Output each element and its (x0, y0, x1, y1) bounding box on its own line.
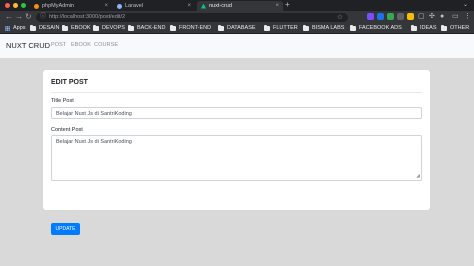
bookmark-label: DATABASE (227, 25, 256, 31)
folder-icon (62, 25, 68, 31)
navbar-brand[interactable]: NUXT CRUD (6, 41, 50, 50)
bookmark-database[interactable]: DATABASE (218, 24, 256, 33)
info-icon[interactable]: ⓘ (40, 13, 46, 22)
nav-link-post[interactable]: POST (51, 42, 66, 48)
update-button[interactable]: UPDATE (51, 223, 80, 235)
folder-icon (218, 25, 224, 31)
extension-icon[interactable] (397, 13, 404, 20)
browser-tab-strip: phpMyAdmin × Laravel × nuxt-crud × + ⌄ (0, 0, 474, 11)
cast-icon[interactable]: ▭ (452, 12, 459, 21)
extension-icon[interactable] (407, 13, 414, 20)
bookmark-label: OTHER (450, 25, 470, 31)
menu-kebab-icon[interactable]: ⋮ (464, 12, 471, 21)
puzzle-icon[interactable]: ✣ (429, 12, 435, 21)
bookmark-ebook[interactable]: EBOOK (62, 24, 91, 33)
close-tab-icon[interactable]: × (187, 3, 191, 9)
bookmark-label: Apps (13, 25, 26, 31)
tab-title: Laravel (125, 3, 144, 9)
extension-icon[interactable] (377, 13, 384, 20)
bookmark-flutter[interactable]: FLUTTER (264, 24, 298, 33)
title-post-value: Belajar Nuxt Js di SantriKoding (56, 111, 132, 117)
bookmark-star-icon[interactable]: ☆ (337, 13, 343, 22)
tab-title: nuxt-crud (209, 3, 232, 9)
title-post-label: Title Post (51, 98, 74, 104)
content-post-textarea[interactable]: Belajar Nuxt Js di SantriKoding ◢ (51, 135, 422, 181)
nav-link-ebook[interactable]: EBOOK (71, 42, 91, 48)
bookmark-label: EBOOK (71, 25, 91, 31)
extension-icon[interactable] (387, 13, 394, 20)
tab-search-icon[interactable]: ⌄ (463, 1, 468, 8)
phpmyadmin-favicon-icon (34, 3, 39, 9)
address-bar[interactable]: ⓘ http://localhost:3000/post/edit/2 ☆ (36, 12, 348, 22)
bookmark-label: FRONT-END (179, 25, 212, 31)
chat-icon[interactable]: ▢ (418, 12, 425, 21)
folder-icon (264, 25, 270, 31)
bookmark-label: BISMA LABS (312, 25, 345, 31)
extension-icon[interactable] (367, 13, 374, 20)
bookmark-other[interactable]: OTHER (441, 24, 469, 33)
folder-icon (170, 25, 176, 31)
url-text: http://localhost:3000/post/edit/2 (49, 13, 126, 20)
folder-icon (350, 25, 356, 31)
bookmark-ideas[interactable]: IDEAS (411, 24, 437, 33)
bookmark-label: DESAIN (39, 25, 60, 31)
content-post-value: Belajar Nuxt Js di SantriKoding (56, 139, 132, 145)
nuxt-favicon-icon (201, 3, 206, 9)
edit-post-card: EDIT POST Title Post Belajar Nuxt Js di … (43, 70, 430, 235)
card-divider (51, 92, 422, 93)
resize-handle-icon[interactable]: ◢ (416, 174, 420, 179)
browser-tab-phpmyadmin[interactable]: phpMyAdmin × (30, 1, 112, 11)
title-post-input[interactable]: Belajar Nuxt Js di SantriKoding (51, 107, 422, 119)
bookmark-front-end[interactable]: FRONT-END (170, 24, 211, 33)
card-title: EDIT POST (51, 79, 88, 86)
new-tab-icon[interactable]: + (285, 0, 290, 9)
tab-title: phpMyAdmin (42, 3, 75, 9)
apps-grid-icon (5, 26, 10, 31)
forward-arrow-icon[interactable]: → (15, 12, 23, 22)
bookmark-label: DEVOPS (102, 25, 125, 31)
bookmark-apps[interactable]: Apps (5, 24, 26, 33)
bookmark-label: BACK-END (137, 25, 166, 31)
laravel-favicon-icon (117, 3, 122, 9)
bookmark-label: IDEAS (420, 25, 437, 31)
folder-icon (441, 25, 447, 31)
bookmark-desain[interactable]: DESAIN (30, 24, 59, 33)
site-navbar: NUXT CRUD POST EBOOK COURSE (0, 34, 474, 58)
bookmark-label: FACEBOOK ADS (359, 25, 402, 31)
maximize-window-button[interactable] (21, 3, 26, 8)
bookmark-bisma-labs[interactable]: BISMA LABS (303, 24, 344, 33)
bookmark-label: FLUTTER (273, 25, 298, 31)
page-viewport: NUXT CRUD POST EBOOK COURSE EDIT POST Ti… (0, 34, 474, 266)
browser-tab-laravel[interactable]: Laravel × (113, 1, 195, 11)
back-arrow-icon[interactable]: ← (5, 12, 13, 22)
window-controls (5, 3, 26, 8)
close-tab-icon[interactable]: × (275, 3, 279, 9)
folder-icon (411, 25, 417, 31)
browser-tab-nuxt-crud[interactable]: nuxt-crud × (197, 1, 283, 11)
nav-link-course[interactable]: COURSE (94, 42, 118, 48)
bookmarks-bar: Apps DESAIN EBOOK DEVOPS BACK-END FRONT-… (0, 23, 474, 34)
minimize-window-button[interactable] (13, 3, 18, 8)
reload-icon[interactable]: ↻ (25, 12, 32, 22)
bookmark-devops[interactable]: DEVOPS (93, 24, 125, 33)
profile-avatar-icon[interactable]: ● (440, 12, 444, 21)
folder-icon (93, 25, 99, 31)
folder-icon (30, 25, 36, 31)
bookmark-back-end[interactable]: BACK-END (128, 24, 165, 33)
bookmark-facebook-ads[interactable]: FACEBOOK ADS (350, 24, 402, 33)
folder-icon (303, 25, 309, 31)
content-post-label: Content Post (51, 127, 83, 133)
folder-icon (128, 25, 134, 31)
close-window-button[interactable] (5, 3, 10, 8)
close-tab-icon[interactable]: × (104, 3, 108, 9)
